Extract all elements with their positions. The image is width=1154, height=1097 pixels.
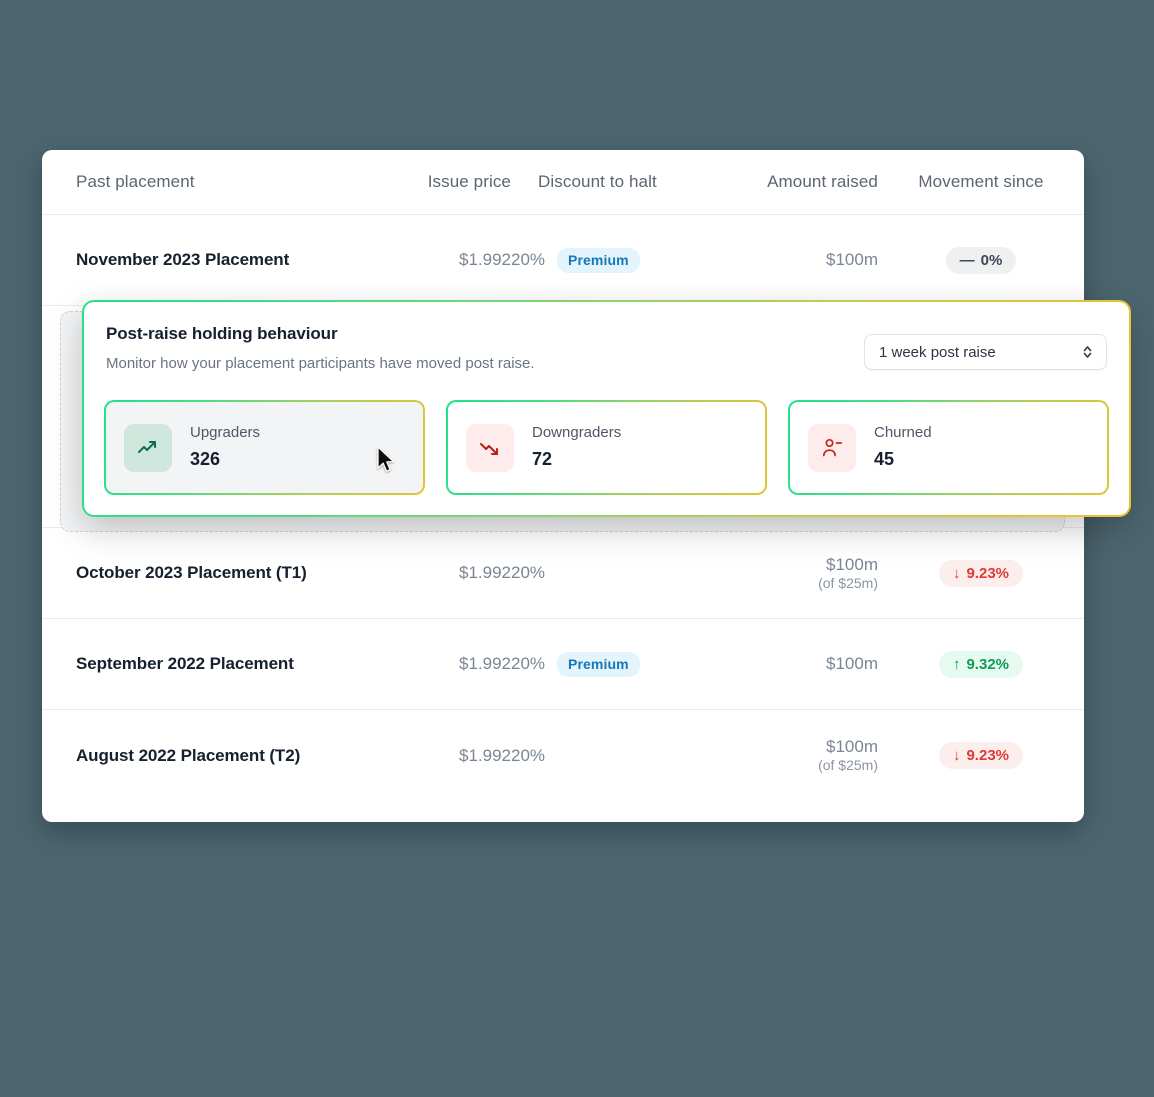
amount-raised-note: (of $25m) <box>818 574 878 591</box>
movement-value: 9.23% <box>966 564 1010 582</box>
metric-value: 72 <box>532 449 553 470</box>
issue-price: $1.992 <box>459 745 511 765</box>
placement-name: November 2023 Placement <box>76 250 290 269</box>
table-row[interactable]: November 2023 Placement $1.992 20% Premi… <box>42 215 1084 306</box>
period-select[interactable]: 1 week post raise <box>864 334 1107 370</box>
issue-price: $1.992 <box>459 654 511 673</box>
table-row[interactable]: October 2023 Placement (T1) $1.992 20% $… <box>42 528 1084 619</box>
table-header-row: Past placement Issue price Discount to h… <box>42 150 1084 215</box>
post-raise-holding-behaviour-panel: Post-raise holding behaviour Monitor how… <box>82 300 1131 517</box>
movement-badge: ↑ 9.32% <box>938 650 1024 678</box>
movement-value: 9.23% <box>966 747 1010 764</box>
user-minus-icon <box>808 423 856 472</box>
discount-percent: 20% <box>511 654 546 673</box>
movement-badge: ↓ 9.23% <box>938 742 1024 769</box>
amount-raised-note: (of $25m) <box>818 757 878 774</box>
metric-value: 45 <box>874 449 895 470</box>
table-row[interactable]: August 2022 Placement (T2) $1.992 20% $1… <box>42 710 1084 801</box>
issue-price: $1.992 <box>459 250 511 269</box>
movement-badge: ↓ 9.23% <box>938 559 1024 587</box>
movement-value: 9.32% <box>966 655 1010 673</box>
metric-card-downgraders[interactable]: Downgraders 72 <box>446 400 767 495</box>
movement-value: 0% <box>980 251 1003 269</box>
column-header-amount-raised: Amount raised <box>767 172 878 191</box>
trending-down-icon <box>466 423 514 472</box>
premium-badge: Premium <box>557 651 640 677</box>
arrow-up-icon: ↑ <box>952 655 961 673</box>
metric-label: Churned <box>874 423 932 441</box>
dash-icon: — <box>959 251 975 269</box>
metric-value: 326 <box>190 449 221 470</box>
amount-raised: $100m <box>826 737 878 757</box>
trending-up-icon <box>124 423 172 472</box>
movement-badge: — 0% <box>945 246 1017 274</box>
metric-card-upgraders[interactable]: Upgraders 326 <box>104 400 425 495</box>
column-header-movement-since: Movement since <box>918 172 1044 191</box>
metric-label: Upgraders <box>190 423 261 441</box>
period-select-value: 1 week post raise <box>879 343 996 361</box>
selector-up-down-icon <box>1081 342 1094 362</box>
arrow-down-icon: ↓ <box>952 747 961 764</box>
discount-percent: 20% <box>511 563 546 582</box>
amount-raised: $100m <box>826 250 878 270</box>
column-header-past-placement: Past placement <box>76 172 195 191</box>
column-header-discount-to-halt: Discount to halt <box>538 172 657 191</box>
metric-card-list: Upgraders 326 Downgraders 72 Churned 45 <box>104 400 1109 495</box>
table-row[interactable]: September 2022 Placement $1.992 20% Prem… <box>42 619 1084 710</box>
arrow-down-icon: ↓ <box>952 564 961 582</box>
metric-card-churned[interactable]: Churned 45 <box>788 400 1109 495</box>
amount-raised: $100m <box>826 654 878 674</box>
placement-name: September 2022 Placement <box>76 654 294 673</box>
discount-percent: 20% <box>511 745 546 765</box>
placement-name: October 2023 Placement (T1) <box>76 563 307 582</box>
discount-percent: 20% <box>511 250 546 269</box>
placement-name: August 2022 Placement (T2) <box>76 745 301 765</box>
column-header-issue-price: Issue price <box>427 172 511 191</box>
issue-price: $1.992 <box>459 563 511 582</box>
metric-label: Downgraders <box>532 423 622 441</box>
amount-raised: $100m <box>826 554 878 574</box>
premium-badge: Premium <box>557 247 640 273</box>
